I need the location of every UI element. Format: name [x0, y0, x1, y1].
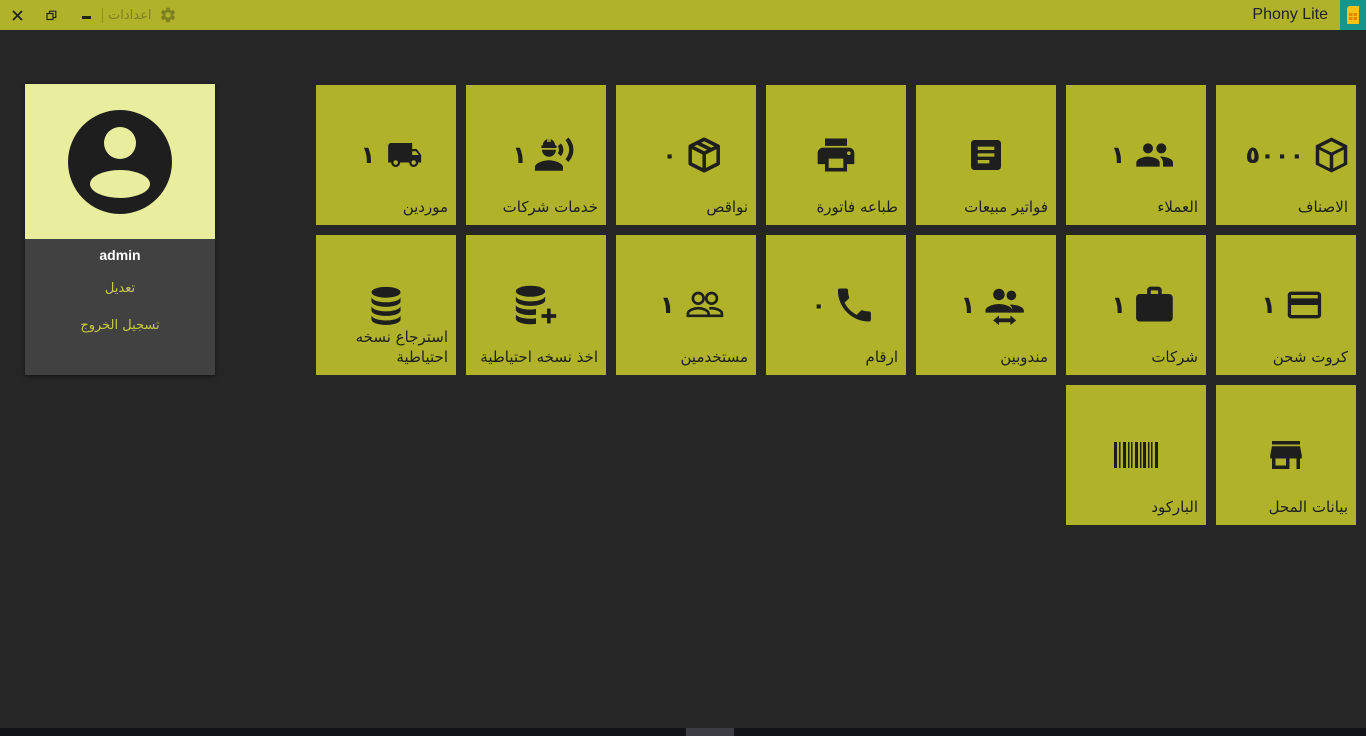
tile-company-services[interactable]: ١ خدمات شركات — [466, 85, 606, 225]
credit-card-icon — [1287, 291, 1321, 319]
company-services-label: خدمات شركات — [502, 198, 598, 216]
tile-recharge-cards[interactable]: ١ كروت شحن — [1216, 235, 1356, 375]
taskbar-active-app[interactable] — [686, 728, 734, 736]
minimize-button[interactable] — [75, 0, 97, 30]
title-bar: اعدادات Phony Lite — [0, 0, 1366, 30]
suppliers-count: ١ — [360, 141, 376, 169]
profile-card: admin تعديل تسجيل الخروج — [25, 84, 215, 375]
truck-icon — [387, 143, 421, 167]
store-icon — [1270, 441, 1302, 469]
gear-icon — [161, 7, 176, 23]
users-label: مستخدمين — [680, 348, 748, 366]
group-icon — [1135, 143, 1173, 167]
settings-button[interactable]: اعدادات — [108, 0, 177, 30]
tile-customers[interactable]: ١ العملاء — [1066, 85, 1206, 225]
tile-backup[interactable]: اخذ نسخه احتياطية — [466, 235, 606, 375]
backup-label: اخذ نسخه احتياطية — [480, 348, 598, 366]
briefcase-icon — [1135, 286, 1173, 322]
items-label: الاصناف — [1297, 198, 1348, 216]
tile-companies[interactable]: ١ شركات — [1066, 235, 1206, 375]
profile-username: admin — [99, 247, 141, 263]
app-title: Phony Lite — [1252, 6, 1328, 23]
barcode-icon — [1114, 442, 1158, 468]
numbers-count: ٠ — [811, 291, 827, 319]
sales-invoices-label: فواتير مبيعات — [964, 198, 1048, 216]
database-icon — [371, 286, 401, 325]
tile-suppliers[interactable]: ١ موردين — [316, 85, 456, 225]
tile-numbers[interactable]: ٠ ارقام — [766, 235, 906, 375]
tile-users[interactable]: ١ مستخدمين — [616, 235, 756, 375]
recharge-cards-count: ١ — [1261, 291, 1277, 319]
engineer-icon — [534, 137, 574, 171]
tile-shortages[interactable]: ٠ نواقص — [616, 85, 756, 225]
tile-sales-invoices[interactable]: فواتير مبيعات — [916, 85, 1056, 225]
print-invoice-label: طباعه فاتورة — [816, 198, 898, 216]
box-outline-icon — [688, 137, 720, 173]
people-exchange-icon — [985, 288, 1024, 326]
recharge-cards-label: كروت شحن — [1272, 348, 1348, 366]
tile-shop-data[interactable]: بيانات المحل — [1216, 385, 1356, 525]
numbers-label: ارقام — [865, 348, 898, 366]
delegates-count: ١ — [960, 291, 976, 319]
printer-icon — [817, 138, 855, 172]
logout-link[interactable]: تسجيل الخروج — [25, 318, 215, 333]
phone-icon — [837, 288, 871, 322]
customers-label: العملاء — [1157, 198, 1198, 216]
companies-label: شركات — [1151, 348, 1198, 366]
tile-print-invoice[interactable]: طباعه فاتورة — [766, 85, 906, 225]
customers-count: ١ — [1110, 141, 1126, 169]
restore-label: استرجاع نسخه احتياطية — [355, 328, 448, 366]
companies-count: ١ — [1111, 291, 1127, 319]
shortages-label: نواقص — [706, 198, 748, 216]
suppliers-label: موردين — [402, 198, 448, 216]
tile-items[interactable]: ٥٠٠٠ الاصناف — [1216, 85, 1356, 225]
box-icon — [1315, 137, 1347, 173]
restore-icon — [45, 10, 56, 20]
shortages-count: ٠ — [662, 141, 677, 169]
database-add-icon — [515, 285, 557, 325]
avatar-area — [25, 84, 215, 239]
close-button[interactable] — [6, 0, 28, 30]
items-count: ٥٠٠٠ — [1245, 141, 1305, 169]
app-logo — [1340, 0, 1366, 30]
delegates-label: مندوبين — [1000, 348, 1048, 366]
close-icon — [11, 9, 23, 21]
document-icon — [971, 140, 1001, 170]
taskbar — [0, 728, 1366, 736]
users-count: ١ — [659, 291, 675, 319]
shop-data-label: بيانات المحل — [1268, 498, 1348, 516]
restore-button[interactable] — [40, 0, 62, 30]
company-services-count: ١ — [512, 141, 527, 169]
tile-delegates[interactable]: ١ مندوبين — [916, 235, 1056, 375]
settings-label: اعدادات — [108, 7, 152, 23]
barcode-label: الباركود — [1151, 498, 1198, 516]
tile-restore[interactable]: استرجاع نسخه احتياطية — [316, 235, 456, 375]
avatar-icon — [68, 109, 172, 214]
sim-card-icon — [1347, 6, 1359, 24]
title-separator — [102, 8, 103, 23]
tile-barcode[interactable]: الباركود — [1066, 385, 1206, 525]
minimize-icon — [81, 15, 91, 19]
users-outline-icon — [686, 291, 723, 318]
edit-profile-link[interactable]: تعديل — [25, 281, 215, 296]
